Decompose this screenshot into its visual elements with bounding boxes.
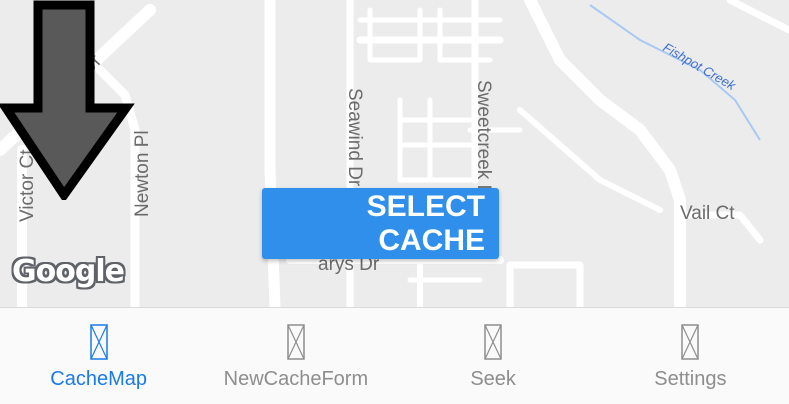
tab-newcacheform[interactable]: NewCacheForm [197,308,394,404]
street-label-vail: Vail Ct [680,203,735,224]
tab-cachemap[interactable]: CacheMap [0,308,197,404]
tab-label: Settings [654,368,727,390]
placeholder-icon [89,324,108,360]
street-label-seawind: Seawind Dr [344,88,365,187]
bottom-tab-bar: CacheMap NewCacheForm Seek Settings [0,307,789,404]
tab-seek[interactable]: Seek [395,308,592,404]
google-logo: Google [12,254,125,289]
down-arrow-icon [0,0,135,200]
placeholder-icon [287,324,305,360]
tab-settings[interactable]: Settings [592,308,789,404]
map-view[interactable]: Parker Dr Victor Ct Newton Pl Seawind Dr… [0,0,789,307]
street-label-sweetcreek: Sweetcreek D [473,80,494,198]
tab-label: CacheMap [50,368,147,390]
select-cache-button[interactable]: SELECT CACHE [262,188,499,259]
tab-label: Seek [470,368,516,390]
placeholder-icon [681,324,700,360]
tab-label: NewCacheForm [223,368,369,390]
creek-label: Fishpot Creek [661,40,740,94]
placeholder-icon [484,324,502,360]
